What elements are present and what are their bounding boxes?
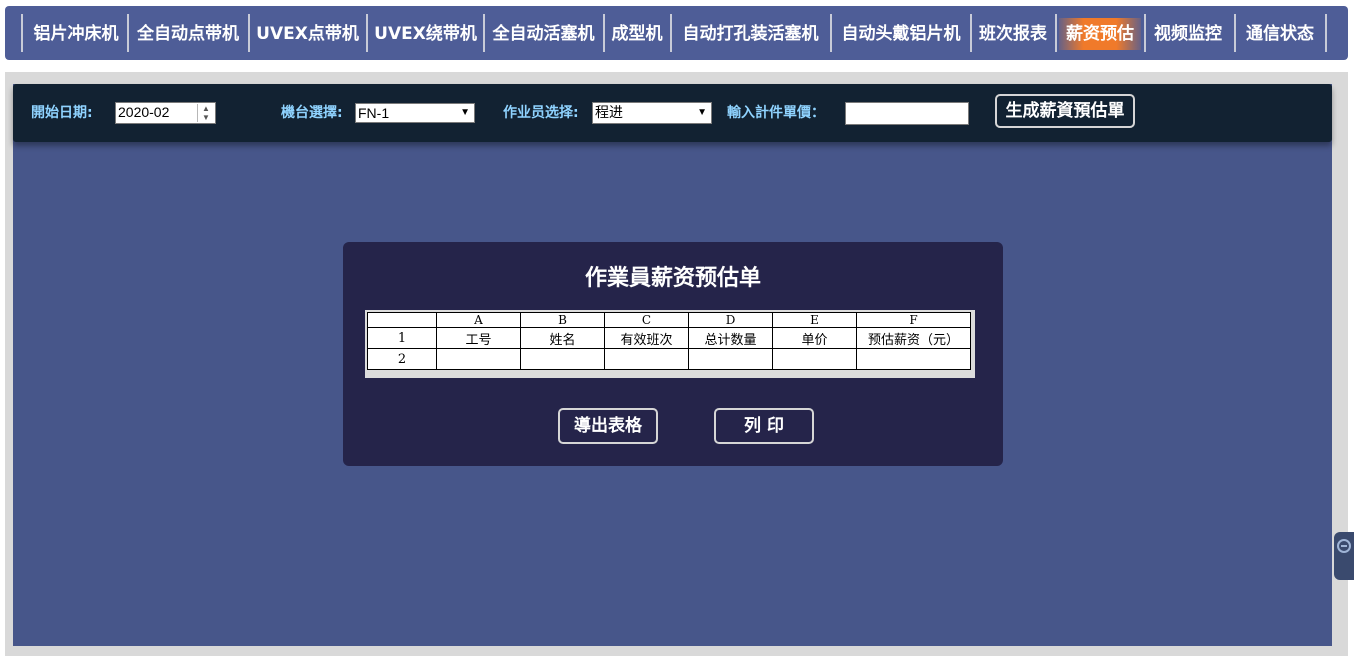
nav-divider [21,14,23,52]
table-cell[interactable] [436,348,521,370]
content-panel: 開始日期: 2020-02 ▲ ▼ 機台選擇: FN-1 ▼ 作业员选择: 程进 … [13,84,1332,646]
table-cell[interactable] [688,348,773,370]
print-button[interactable]: 列 印 [714,408,814,444]
nav-divider [1055,14,1057,52]
row-number[interactable]: 1 [367,327,437,349]
date-spinner[interactable]: ▲ ▼ [197,104,214,122]
machine-value: FN-1 [358,105,390,121]
table-cell[interactable] [604,348,689,370]
nav-divider [1144,14,1146,52]
side-collapse-tab[interactable] [1334,532,1354,580]
column-header[interactable]: E [772,312,857,328]
column-header-row: A B C D E F [367,312,971,328]
tab-video-monitor[interactable]: 视频监控 [1148,18,1228,50]
dialog-title: 作業員薪资预估单 [584,266,761,291]
tab-auto-punch-piston[interactable]: 自动打孔装活塞机 [674,18,827,50]
nav-divider [970,14,972,52]
table-cell[interactable]: 工号 [436,327,521,349]
nav-divider [127,14,129,52]
table-cell[interactable] [856,348,971,370]
tab-auto-piston[interactable]: 全自动活塞机 [487,18,600,50]
table-cell[interactable] [772,348,857,370]
unit-price-input[interactable] [845,102,969,125]
nav-divider [670,14,672,52]
corner-cell [367,312,437,328]
dropdown-arrow-icon[interactable]: ▼ [460,104,470,122]
nav-divider [830,14,832,52]
machine-select[interactable]: FN-1 ▼ [355,103,475,123]
unit-price-label: 輸入計件單價： [727,105,825,121]
tab-auto-head-aluminum[interactable]: 自动头戴铝片机 [834,18,968,50]
tab-auto-spot-tape[interactable]: 全自动点带机 [131,18,245,50]
operator-select[interactable]: 程进 ▼ [592,102,712,124]
start-date-input[interactable]: 2020-02 ▲ ▼ [115,102,216,124]
column-header[interactable]: A [436,312,521,328]
tab-shift-report[interactable]: 班次报表 [974,18,1052,50]
row-number[interactable]: 2 [367,348,437,370]
nav-divider [1234,14,1236,52]
nav-divider [483,14,485,52]
column-header[interactable]: C [604,312,689,328]
salary-estimate-dialog: 作業員薪资预估单 A B C D E F 1 工号 姓名 有效班次 总计数量 单… [343,242,1003,466]
nav-divider [248,14,250,52]
nav-divider [366,14,368,52]
column-header[interactable]: D [688,312,773,328]
table-cell[interactable] [520,348,605,370]
salary-spreadsheet[interactable]: A B C D E F 1 工号 姓名 有效班次 总计数量 单价 预估薪资（元）… [367,312,971,370]
column-header[interactable]: B [520,312,605,328]
table-cell[interactable]: 姓名 [520,327,605,349]
table-cell[interactable]: 有效班次 [604,327,689,349]
tab-salary-estimate[interactable]: 薪资预估 [1059,18,1141,50]
filter-toolbar: 開始日期: 2020-02 ▲ ▼ 機台選擇: FN-1 ▼ 作业员选择: 程进 … [13,84,1332,142]
operator-value: 程进 [595,104,623,120]
start-date-value: 2020-02 [118,104,170,120]
table-cell[interactable]: 总计数量 [688,327,773,349]
tab-comm-status[interactable]: 通信状态 [1238,18,1322,50]
start-date-label: 開始日期: [31,105,93,121]
machine-label: 機台選擇: [281,105,343,121]
spreadsheet-frame: A B C D E F 1 工号 姓名 有效班次 总计数量 单价 预估薪资（元）… [365,310,975,378]
main-frame: 開始日期: 2020-02 ▲ ▼ 機台選擇: FN-1 ▼ 作业员选择: 程进 … [5,72,1348,656]
top-nav: 铝片冲床机 全自动点带机 UVEX点带机 UVEX绕带机 全自动活塞机 成型机 … [5,6,1348,60]
operator-label: 作业员选择: [503,105,579,121]
generate-estimate-button[interactable]: 生成薪資預估單 [995,94,1135,128]
tab-uvex-spot-tape[interactable]: UVEX点带机 [252,18,363,50]
table-row: 1 工号 姓名 有效班次 总计数量 单价 预估薪资（元） [367,327,971,349]
column-header[interactable]: F [856,312,971,328]
table-cell[interactable]: 单价 [772,327,857,349]
table-row: 2 [367,348,971,370]
nav-divider [603,14,605,52]
table-cell[interactable]: 预估薪资（元） [856,327,971,349]
tab-uvex-wind-tape[interactable]: UVEX绕带机 [370,18,481,50]
collapse-icon [1337,539,1351,553]
tab-molding[interactable]: 成型机 [607,18,667,50]
nav-divider [1325,14,1327,52]
tab-aluminum-punch[interactable]: 铝片冲床机 [25,18,127,50]
export-table-button[interactable]: 導出表格 [558,408,658,444]
dropdown-arrow-icon[interactable]: ▼ [697,104,707,122]
